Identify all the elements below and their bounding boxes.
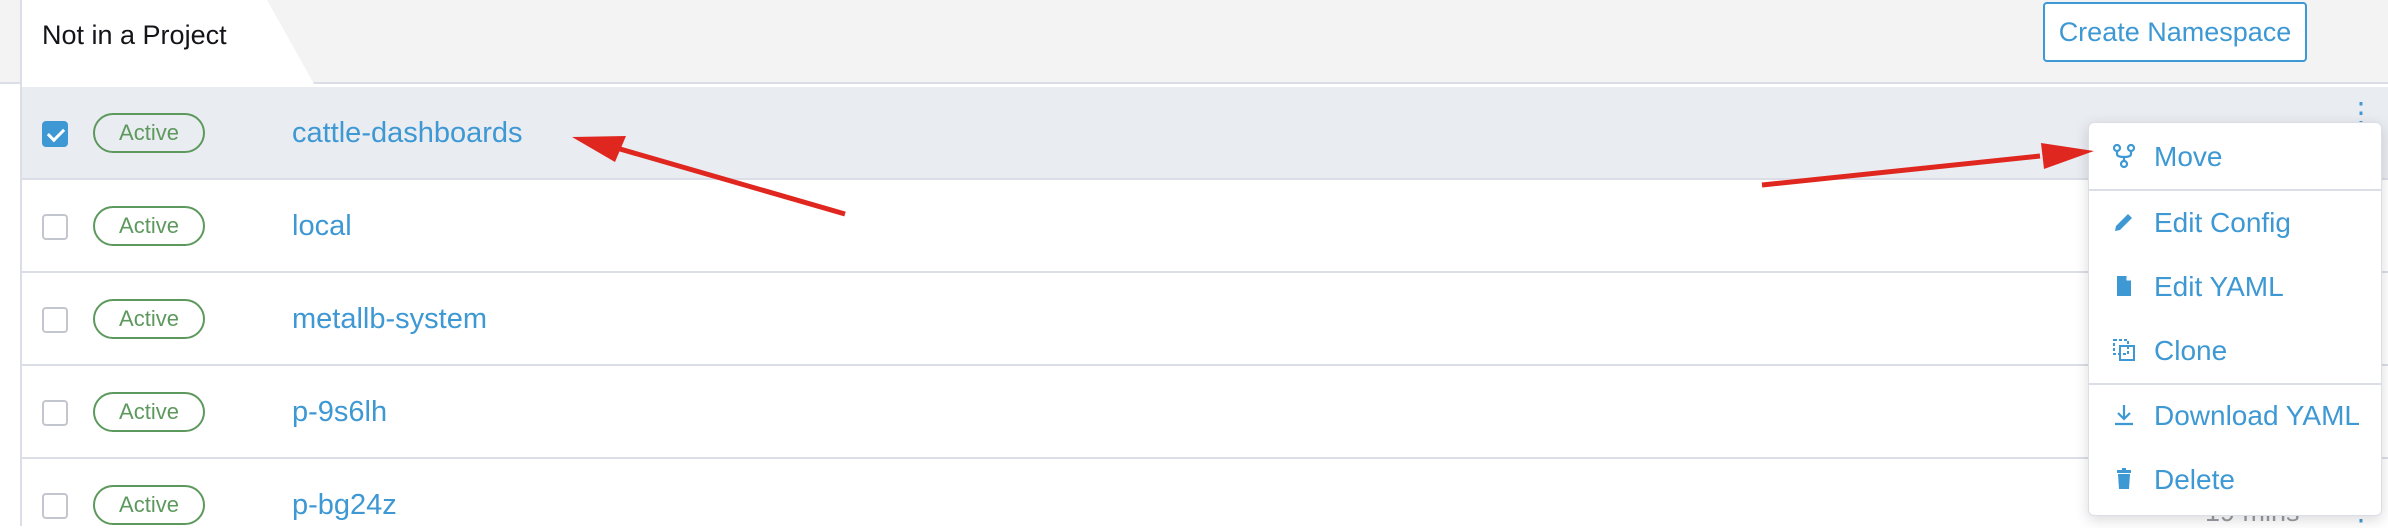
file-icon: [2111, 273, 2137, 299]
menu-item-clone[interactable]: Clone: [2089, 326, 2381, 376]
row-checkbox[interactable]: [42, 400, 68, 426]
menu-item-edit-config[interactable]: Edit Config: [2089, 198, 2381, 248]
menu-item-download-yaml[interactable]: Download YAML: [2089, 391, 2381, 441]
status-badge: Active: [93, 206, 205, 246]
table-row[interactable]: Active p-9s6lh: [22, 366, 2388, 459]
namespace-link[interactable]: local: [292, 206, 352, 246]
menu-divider: [2089, 383, 2381, 385]
namespace-link[interactable]: p-bg24z: [292, 485, 397, 525]
row-checkbox[interactable]: [42, 493, 68, 519]
table-row[interactable]: Active cattle-dashboards ⋮: [22, 87, 2388, 180]
status-badge: Active: [93, 113, 205, 153]
status-badge: Active: [93, 299, 205, 339]
menu-divider: [2089, 189, 2381, 191]
namespace-group-header: [0, 0, 2388, 84]
namespace-link[interactable]: p-9s6lh: [292, 392, 387, 432]
menu-item-delete[interactable]: Delete: [2089, 455, 2381, 505]
pencil-icon: [2111, 209, 2137, 235]
menu-item-label: Edit YAML: [2154, 271, 2284, 302]
menu-item-label: Clone: [2154, 335, 2228, 366]
row-checkbox[interactable]: [42, 214, 68, 240]
table-row[interactable]: Active local: [22, 180, 2388, 273]
menu-item-label: Move: [2154, 141, 2223, 172]
clone-icon: [2111, 337, 2137, 363]
download-icon: [2111, 402, 2137, 428]
menu-item-move[interactable]: Move: [2089, 132, 2381, 182]
namespace-link[interactable]: cattle-dashboards: [292, 113, 523, 153]
table-row[interactable]: Active metallb-system: [22, 273, 2388, 366]
row-action-menu: Move Edit Config Edit YAML Clone Downloa…: [2088, 122, 2382, 516]
namespace-link[interactable]: metallb-system: [292, 299, 487, 339]
status-badge: Active: [93, 485, 205, 525]
menu-item-label: Edit Config: [2154, 207, 2291, 238]
trash-icon: [2111, 466, 2137, 492]
row-checkbox[interactable]: [42, 121, 68, 147]
move-icon: [2111, 143, 2137, 169]
menu-item-label: Download YAML: [2154, 400, 2360, 431]
status-badge: Active: [93, 392, 205, 432]
row-checkbox[interactable]: [42, 307, 68, 333]
table-row[interactable]: Active p-bg24z 19 mins ⋮: [22, 459, 2388, 527]
menu-item-edit-yaml[interactable]: Edit YAML: [2089, 262, 2381, 312]
menu-item-label: Delete: [2154, 464, 2235, 495]
create-namespace-button[interactable]: Create Namespace: [2043, 2, 2307, 62]
group-tab-label: Not in a Project: [42, 20, 227, 50]
